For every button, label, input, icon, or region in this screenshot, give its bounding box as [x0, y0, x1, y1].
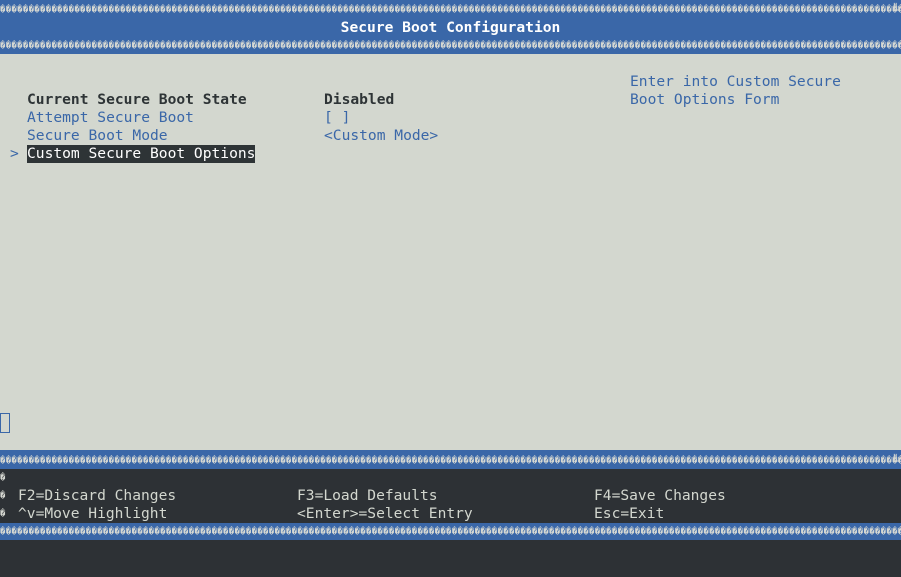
load-defaults-key[interactable]: F3=Load Defaults	[297, 487, 438, 505]
footer-bottom-bar: ����������������������������������������…	[0, 523, 901, 540]
exit-key[interactable]: Esc=Exit	[594, 505, 664, 523]
title-bar: ����������������������������������������…	[0, 0, 901, 54]
form-panel: Current Secure Boot State Disabled Attem…	[0, 54, 901, 450]
title-bottom-border: ����������������������������������������…	[0, 41, 901, 51]
save-changes-key[interactable]: F4=Save Changes	[594, 487, 726, 505]
selection-pointer: >	[10, 145, 19, 162]
move-highlight-key: ^v=Move Highlight	[18, 505, 168, 522]
attempt-secure-boot-checkbox[interactable]: [ ]	[324, 109, 350, 127]
top-corner-glyph: ╙	[891, 3, 899, 17]
key-help-footer: F2=Discard Changes F3=Load Defaults F4=S…	[8, 469, 888, 523]
page-title: Secure Boot Configuration	[340, 19, 561, 36]
secure-boot-mode-select[interactable]: <Custom Mode>	[324, 127, 438, 145]
discard-changes-key[interactable]: F2=Discard Changes	[18, 487, 176, 505]
text-cursor	[0, 413, 10, 433]
custom-secure-boot-options-item[interactable]: Custom Secure Boot Options	[27, 145, 256, 163]
footer-left-border: � � �	[0, 473, 6, 519]
footer-corner-glyph: ╙	[891, 454, 899, 468]
footer-top-border: ����������������������������������������…	[0, 456, 901, 466]
help-text-line-2: Boot Options Form	[630, 91, 780, 108]
footer-bottom-border: ����������������������������������������…	[0, 527, 901, 537]
attempt-secure-boot-option[interactable]: Attempt Secure Boot	[27, 109, 194, 127]
current-secure-boot-state-label: Current Secure Boot State	[27, 91, 247, 108]
current-secure-boot-state-value: Disabled	[324, 91, 395, 108]
help-text-line-1: Enter into Custom Secure	[630, 73, 841, 90]
select-entry-key[interactable]: <Enter>=Select Entry	[297, 505, 473, 523]
footer-top-bar: ����������������������������������������…	[0, 450, 901, 469]
secure-boot-mode-option[interactable]: Secure Boot Mode	[27, 127, 168, 145]
top-border: ����������������������������������������…	[0, 5, 901, 15]
